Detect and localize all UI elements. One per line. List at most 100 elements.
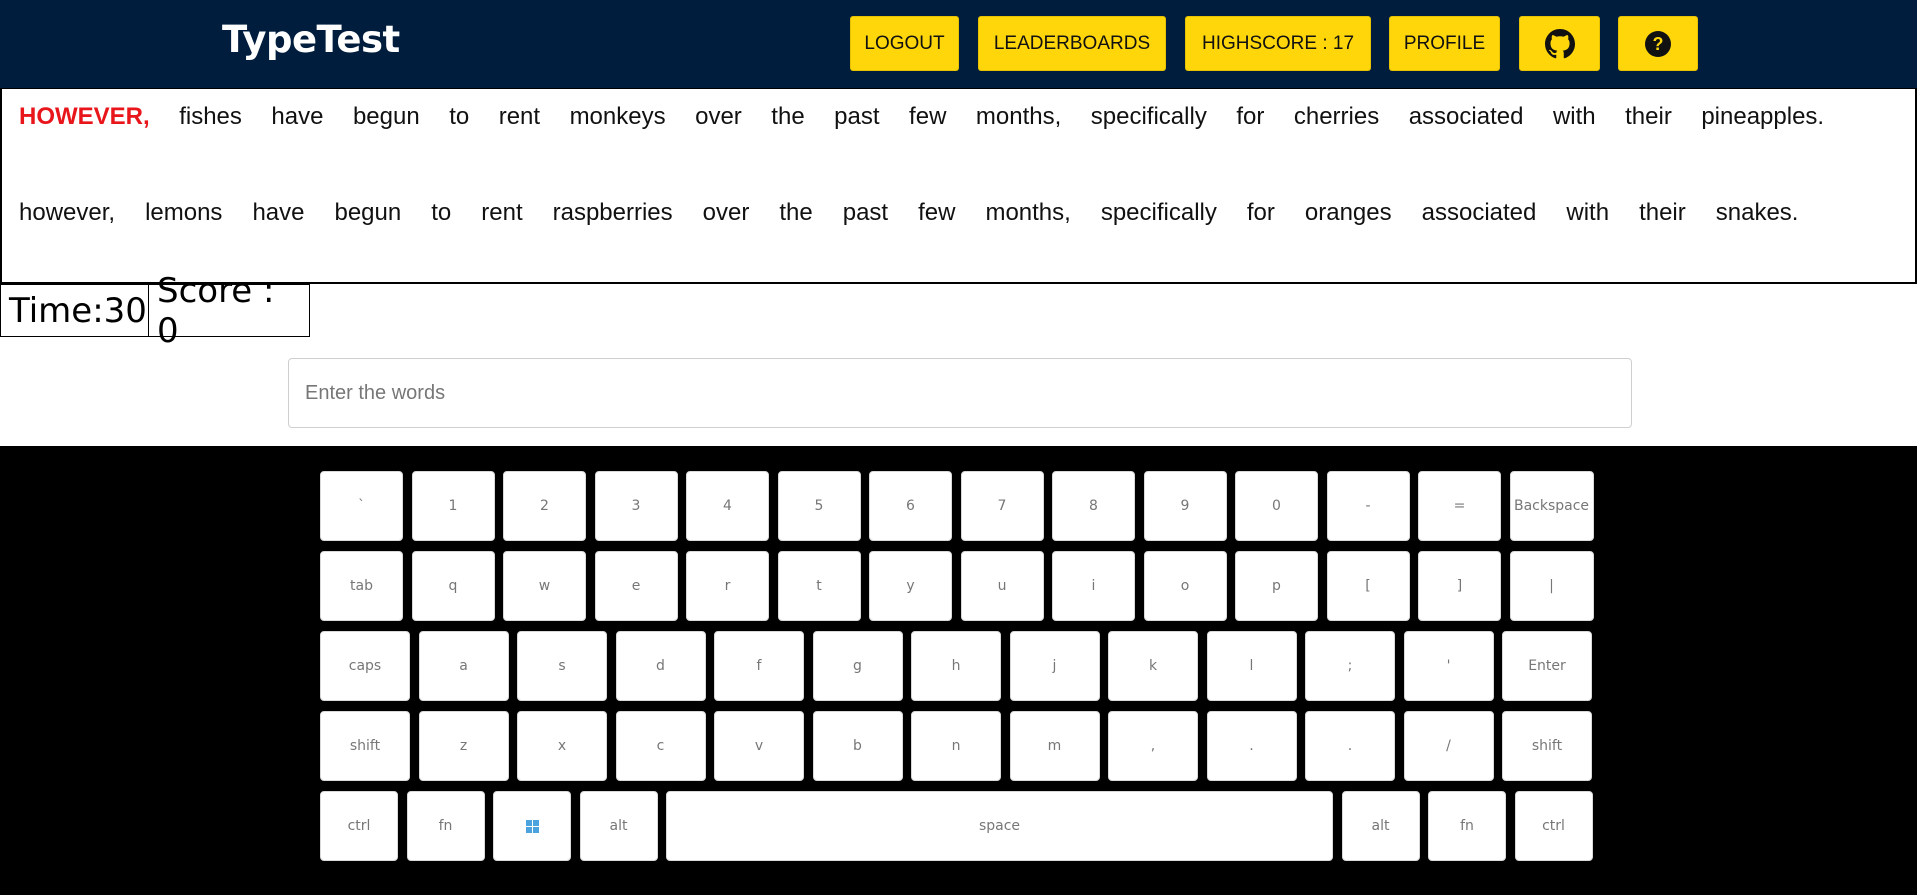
- github-button[interactable]: [1519, 16, 1600, 71]
- key-pipe[interactable]: |: [1509, 551, 1594, 621]
- key-3[interactable]: 3: [594, 471, 678, 541]
- key-label: 9: [1180, 498, 1190, 514]
- key-6[interactable]: 6: [869, 471, 952, 541]
- key-l[interactable]: l: [1206, 631, 1297, 701]
- key-label: `: [358, 498, 365, 514]
- key-shift[interactable]: shift: [320, 711, 410, 781]
- key-close-bracket[interactable]: ]: [1418, 551, 1501, 621]
- key-label: fn: [1460, 818, 1474, 834]
- key-label: .: [1347, 738, 1353, 754]
- key-enter[interactable]: Enter: [1502, 631, 1592, 701]
- key-a[interactable]: a: [418, 631, 509, 701]
- app-logo[interactable]: TypeTest: [222, 18, 400, 61]
- key-k[interactable]: k: [1108, 631, 1198, 701]
- key-open-bracket[interactable]: [: [1326, 551, 1410, 621]
- key-label: /: [1446, 738, 1451, 754]
- key-j[interactable]: j: [1009, 631, 1100, 701]
- key-space[interactable]: space: [666, 791, 1333, 861]
- key-h[interactable]: h: [911, 631, 1001, 701]
- key-0[interactable]: 0: [1235, 471, 1318, 541]
- key-period[interactable]: .: [1305, 711, 1395, 781]
- key-slash[interactable]: /: [1403, 711, 1494, 781]
- key-backspace[interactable]: Backspace: [1509, 471, 1594, 541]
- key-label: u: [997, 578, 1007, 594]
- key-tab[interactable]: tab: [320, 551, 403, 621]
- highscore-button[interactable]: HIGHSCORE : 17: [1185, 16, 1371, 71]
- key-z[interactable]: z: [418, 711, 509, 781]
- key-alt[interactable]: alt: [579, 791, 658, 861]
- key-i[interactable]: i: [1052, 551, 1135, 621]
- key-c[interactable]: c: [615, 711, 706, 781]
- key-n[interactable]: n: [911, 711, 1001, 781]
- key-label: shift: [1531, 738, 1563, 754]
- key-9[interactable]: 9: [1143, 471, 1227, 541]
- svg-text:?: ?: [1653, 34, 1664, 54]
- key-1[interactable]: 1: [411, 471, 495, 541]
- key-label: h: [951, 658, 961, 674]
- key-label: |: [1549, 578, 1554, 594]
- key-semicolon[interactable]: ;: [1305, 631, 1395, 701]
- key-5[interactable]: 5: [777, 471, 861, 541]
- key-label: 1: [448, 498, 458, 514]
- key-label: Enter: [1528, 658, 1566, 674]
- key-t[interactable]: t: [777, 551, 861, 621]
- key-label: l: [1249, 658, 1254, 674]
- key-ctrl[interactable]: ctrl: [320, 791, 398, 861]
- key-comma[interactable]: ,: [1108, 711, 1198, 781]
- key-o[interactable]: o: [1143, 551, 1227, 621]
- key-alt[interactable]: alt: [1341, 791, 1420, 861]
- sentence-line: HOWEVER, fishes have begun to rent monkeys over…: [19, 103, 1915, 199]
- sentence-word: past: [834, 103, 880, 130]
- key-m[interactable]: m: [1009, 711, 1100, 781]
- key-g[interactable]: g: [812, 631, 903, 701]
- leaderboards-button[interactable]: LEADERBOARDS: [978, 16, 1166, 71]
- github-icon: [1544, 28, 1575, 59]
- key-label: 8: [1089, 498, 1098, 514]
- sentence-word: their: [1625, 103, 1672, 130]
- key-shift[interactable]: shift: [1502, 711, 1592, 781]
- key-s[interactable]: s: [517, 631, 607, 701]
- time-counter: Time:30: [0, 284, 149, 337]
- sentence-word: few: [909, 103, 947, 130]
- key-4[interactable]: 4: [686, 471, 769, 541]
- key-u[interactable]: u: [960, 551, 1044, 621]
- key-y[interactable]: y: [869, 551, 952, 621]
- key-minus[interactable]: -: [1326, 471, 1410, 541]
- key-quote[interactable]: ': [1403, 631, 1494, 701]
- logout-button[interactable]: LOGOUT: [850, 16, 959, 71]
- key-d[interactable]: d: [615, 631, 706, 701]
- key-label: j: [1052, 658, 1057, 674]
- question-circle-icon: ?: [1644, 30, 1672, 58]
- key-win[interactable]: [493, 791, 571, 861]
- sentence-word: rent: [498, 103, 541, 130]
- key-fn[interactable]: fn: [1428, 791, 1506, 861]
- key-q[interactable]: q: [411, 551, 495, 621]
- key-label: ]: [1456, 578, 1463, 594]
- top-navbar: TypeTest LOGOUT LEADERBOARDS HIGHSCORE :…: [0, 0, 1917, 88]
- key-label: a: [459, 658, 468, 674]
- help-button[interactable]: ?: [1618, 16, 1698, 71]
- key-ctrl[interactable]: ctrl: [1514, 791, 1593, 861]
- key-w[interactable]: w: [503, 551, 586, 621]
- key-v[interactable]: v: [714, 711, 804, 781]
- key-p[interactable]: p: [1235, 551, 1318, 621]
- key-equals[interactable]: =: [1418, 471, 1501, 541]
- sentence-word: cherries: [1293, 103, 1380, 130]
- key-label: caps: [348, 658, 382, 674]
- key-fn[interactable]: fn: [406, 791, 485, 861]
- key-b[interactable]: b: [812, 711, 903, 781]
- key-7[interactable]: 7: [960, 471, 1044, 541]
- key-2[interactable]: 2: [503, 471, 586, 541]
- profile-button[interactable]: PROFILE: [1389, 16, 1500, 71]
- key-r[interactable]: r: [686, 551, 769, 621]
- word-input[interactable]: [288, 358, 1632, 428]
- key-e[interactable]: e: [594, 551, 678, 621]
- key-x[interactable]: x: [517, 711, 607, 781]
- key-8[interactable]: 8: [1052, 471, 1135, 541]
- sentence-word: for: [1246, 199, 1275, 226]
- key-backtick[interactable]: `: [320, 471, 403, 541]
- key-period[interactable]: .: [1206, 711, 1297, 781]
- key-caps[interactable]: caps: [320, 631, 410, 701]
- key-f[interactable]: f: [714, 631, 804, 701]
- key-label: i: [1091, 578, 1096, 594]
